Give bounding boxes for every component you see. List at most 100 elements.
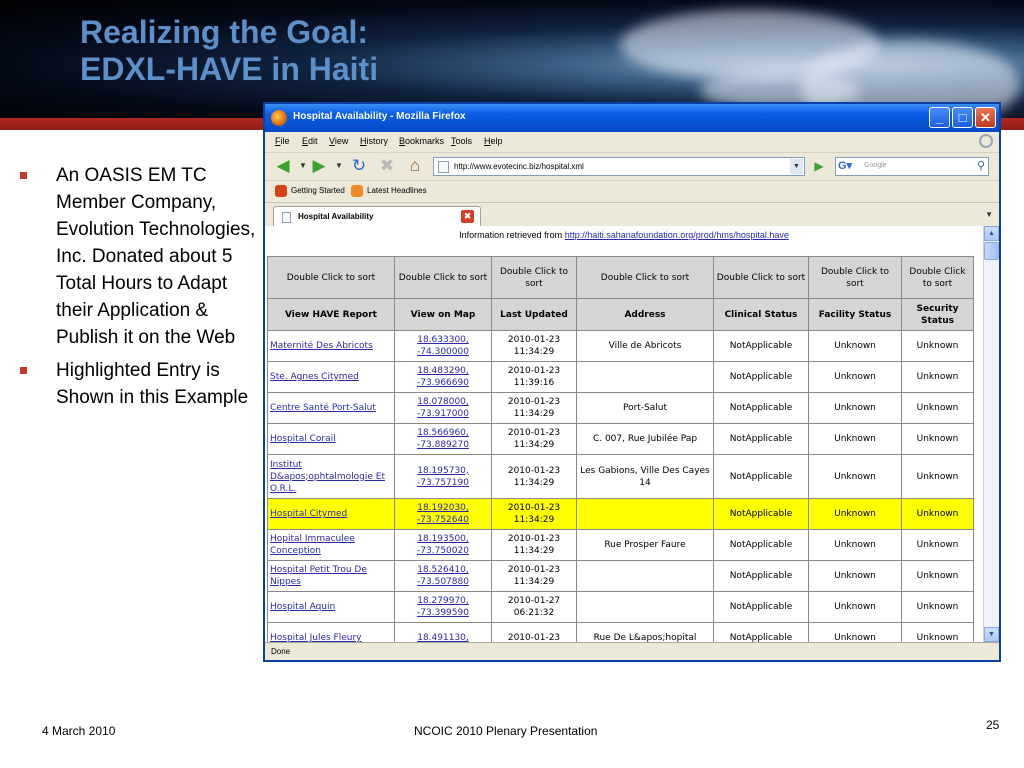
menu-view[interactable]: View (329, 136, 348, 146)
menu-help[interactable]: Help (484, 136, 503, 146)
hospital-name-link[interactable]: Centre Santé Port-Salut (267, 392, 395, 424)
clinical-status-cell: NotApplicable (713, 591, 809, 623)
go-icon[interactable]: ▶ (811, 158, 827, 174)
sort-header-cell[interactable]: Double Click to sort (576, 256, 714, 299)
forward-icon[interactable]: ▶ (309, 156, 329, 176)
bullet-text: An OASIS EM TC Member Company, Evolution… (56, 165, 256, 348)
facility-status-cell: Unknown (808, 529, 902, 561)
slide-title: Realizing the Goal: EDXL-HAVE in Haiti (80, 14, 500, 88)
sort-header-cell[interactable]: Double Click to sort (394, 256, 492, 299)
map-coordinates-link[interactable]: 18.195730, -73.757190 (394, 454, 492, 499)
close-icon: ✕ (980, 110, 991, 125)
bookmark-latest-headlines[interactable]: Latest Headlines (367, 186, 427, 195)
browser-window: Hospital Availability - Mozilla Firefox … (263, 102, 1001, 662)
security-status-cell: Unknown (901, 454, 974, 499)
source-info-label: Information retrieved from (459, 230, 563, 240)
footer-date: 4 March 2010 (42, 724, 116, 738)
source-link[interactable]: http://haiti.sahanafoundation.org/prod/h… (565, 230, 789, 240)
hospital-availability-table: Double Click to sort Double Click to sor… (267, 256, 974, 642)
search-input[interactable]: Google (864, 162, 887, 169)
menu-bookmarks[interactable]: Bookmarks (399, 136, 444, 146)
map-coordinates-link[interactable]: 18.078000, -73.917000 (394, 392, 492, 424)
facility-status-cell: Unknown (808, 498, 902, 530)
map-coordinates-link[interactable]: 18.633300, -74.300000 (394, 330, 492, 362)
clinical-status-cell: NotApplicable (713, 498, 809, 530)
hospital-name-link[interactable]: Hospital Petit Trou De Nippes (267, 560, 395, 592)
close-button[interactable]: ✕ (975, 107, 996, 128)
sort-header-cell[interactable]: Double Click to sort (901, 256, 974, 299)
reload-icon[interactable]: ↻ (349, 156, 369, 176)
slide-title-line-2: EDXL-HAVE in Haiti (80, 51, 379, 87)
url-dropdown-icon[interactable]: ▼ (790, 159, 803, 174)
scrollbar-thumb[interactable] (984, 242, 999, 260)
sort-header-cell[interactable]: Double Click to sort (713, 256, 809, 299)
page-icon (282, 212, 291, 223)
table-row: Institut D&apos;ophtalmologie Et O.R.L. … (267, 454, 974, 499)
bookmark-getting-started[interactable]: Getting Started (291, 186, 345, 195)
map-coordinates-link[interactable]: 18.483290, -73.966690 (394, 361, 492, 393)
sort-header-cell[interactable]: Double Click to sort (491, 256, 577, 299)
url-text[interactable]: http://www.evotecinc.biz/hospital.xml (454, 162, 584, 171)
security-status-cell: Unknown (901, 622, 974, 642)
map-coordinates-link[interactable]: 18.526410, -73.507880 (394, 560, 492, 592)
last-updated-cell: 2010-01-23 11:34:29 (491, 330, 577, 362)
hospital-name-link[interactable]: Hospital Jules Fleury (267, 622, 395, 642)
facility-status-cell: Unknown (808, 591, 902, 623)
google-icon[interactable]: G▾ (838, 159, 860, 174)
bullet-item: An OASIS EM TC Member Company, Evolution… (18, 162, 258, 351)
hospital-name-link[interactable]: Hopital Immaculee Conception (267, 529, 395, 561)
maximize-button[interactable]: □ (952, 107, 973, 128)
facility-status-cell: Unknown (808, 622, 902, 642)
scroll-down-icon[interactable]: ▼ (984, 627, 999, 642)
stop-icon[interactable]: ✖ (377, 156, 397, 176)
tab-hospital-availability[interactable]: Hospital Availability ✖ (273, 206, 481, 227)
window-title: Hospital Availability - Mozilla Firefox (293, 111, 466, 122)
map-coordinates-link[interactable]: 18.566960, -73.889270 (394, 423, 492, 455)
table-row: Hospital Corail 18.566960, -73.889270 20… (267, 423, 974, 455)
column-header: Facility Status (808, 298, 902, 331)
sort-header-cell[interactable]: Double Click to sort (808, 256, 902, 299)
last-updated-cell: 2010-01-23 11:34:29 (491, 498, 577, 530)
address-cell: Port-Salut (576, 392, 714, 424)
address-cell: C. 007, Rue Jubilée Pap (576, 423, 714, 455)
menu-history[interactable]: History (360, 136, 388, 146)
url-bar[interactable]: http://www.evotecinc.biz/hospital.xml ▼ (433, 157, 805, 176)
sort-header-cell[interactable]: Double Click to sort (267, 256, 395, 299)
search-bar[interactable]: G▾ Google ⚲ (835, 157, 989, 176)
hospital-name-link[interactable]: Maternité Des Abricots (267, 330, 395, 362)
hospital-name-link[interactable]: Hospital Citymed (267, 498, 395, 530)
column-header: Clinical Status (713, 298, 809, 331)
last-updated-cell: 2010-01-27 06:21:32 (491, 591, 577, 623)
footer-title: NCOIC 2010 Plenary Presentation (414, 724, 598, 738)
map-coordinates-link[interactable]: 18.193500, -73.750020 (394, 529, 492, 561)
column-header: Security Status (901, 298, 974, 331)
magnifier-icon[interactable]: ⚲ (977, 159, 985, 172)
menu-edit[interactable]: Edit (302, 136, 318, 146)
home-icon[interactable]: ⌂ (405, 156, 425, 176)
column-header: Last Updated (491, 298, 577, 331)
hospital-name-link[interactable]: Ste. Agnes Citymed (267, 361, 395, 393)
last-updated-cell: 2010-01-23 11:34:29 (491, 560, 577, 592)
window-titlebar[interactable]: Hospital Availability - Mozilla Firefox … (265, 104, 999, 132)
slide-title-line-1: Realizing the Goal: (80, 14, 369, 50)
vertical-scrollbar[interactable]: ▲ ▼ (983, 226, 999, 642)
hospital-name-link[interactable]: Hospital Corail (267, 423, 395, 455)
tab-close-icon[interactable]: ✖ (461, 210, 474, 223)
tab-strip: Hospital Availability ✖ ▼ (265, 202, 999, 227)
menu-tools[interactable]: Tools (451, 136, 472, 146)
hospital-name-link[interactable]: Hospital Aquin (267, 591, 395, 623)
status-text: Done (271, 647, 291, 656)
back-icon[interactable]: ◀ (273, 156, 293, 176)
hospital-name-link[interactable]: Institut D&apos;ophtalmologie Et O.R.L. (267, 454, 395, 499)
scroll-up-icon[interactable]: ▲ (984, 226, 999, 241)
map-coordinates-link[interactable]: 18.491130, (394, 622, 492, 642)
table-row: Maternité Des Abricots 18.633300, -74.30… (267, 330, 974, 362)
minimize-button[interactable]: _ (929, 107, 950, 128)
forward-history-dropdown-icon[interactable]: ▼ (329, 156, 349, 176)
tab-list-dropdown-icon[interactable]: ▼ (985, 210, 993, 219)
map-coordinates-link[interactable]: 18.192030, -73.752640 (394, 498, 492, 530)
facility-status-cell: Unknown (808, 361, 902, 393)
last-updated-cell: 2010-01-23 11:34:29 (491, 392, 577, 424)
map-coordinates-link[interactable]: 18.279970, -73.399590 (394, 591, 492, 623)
menu-file[interactable]: File (275, 136, 290, 146)
